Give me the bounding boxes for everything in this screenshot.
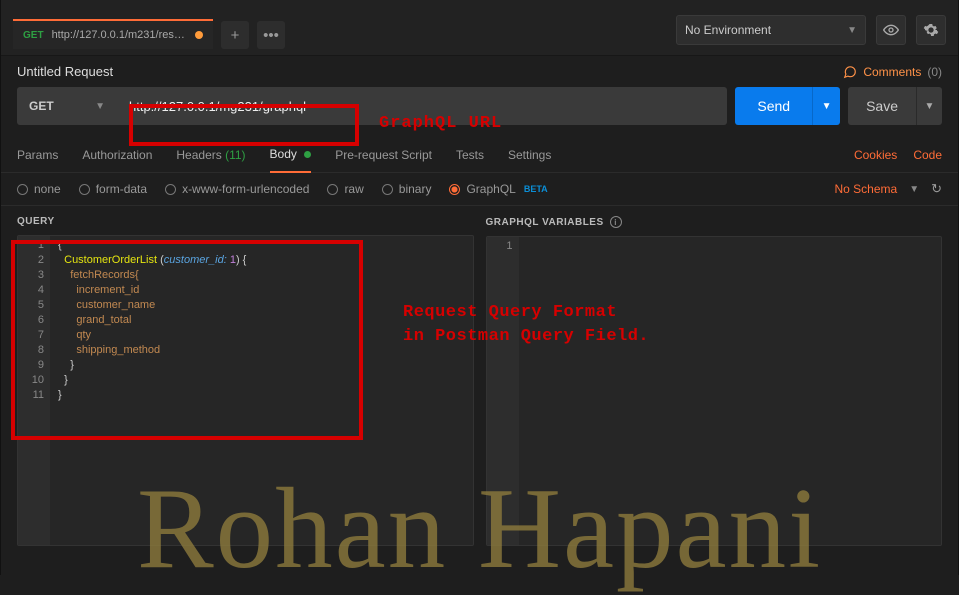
query-code[interactable]: { CustomerOrderList (customer_id: 1) { f… [50,236,254,545]
schema-select[interactable]: No Schema [834,182,897,196]
graphql-variables-editor[interactable]: 1 [486,236,943,546]
tab-body[interactable]: Body [270,137,312,173]
tab-headers[interactable]: Headers (11) [176,138,245,172]
query-pane-header: QUERY [17,206,474,235]
variables-pane-header: GRAPHQL VARIABLES i [486,206,943,236]
comments-button[interactable]: Comments (0) [843,65,942,79]
beta-badge: BETA [524,184,548,194]
comments-label: Comments [863,65,921,79]
info-icon[interactable]: i [610,216,622,228]
body-type-x-www-form-urlencoded[interactable]: x-www-form-urlencoded [165,182,309,196]
radio-icon [327,184,338,195]
body-type-none[interactable]: none [17,182,61,196]
graphql-query-editor[interactable]: 1 2 3 4 5 6 7 8 9 10 11 { CustomerOrderL… [17,235,474,546]
body-type-graphql[interactable]: GraphQLBETA [449,182,547,196]
radio-icon [165,184,176,195]
tab-title: http://127.0.0.1/m231/rest/V1/... [52,29,187,41]
body-type-form-data[interactable]: form-data [79,182,147,196]
variables-code[interactable] [519,237,535,545]
environment-preview-button[interactable] [876,15,906,45]
chevron-down-icon: ▼ [847,25,857,36]
tab-method-label: GET [23,30,44,41]
send-button[interactable]: Send [735,87,812,125]
radio-icon [382,184,393,195]
line-gutter: 1 [487,237,519,545]
chevron-down-icon: ▼ [95,101,105,112]
environment-select[interactable]: No Environment ▼ [676,15,866,45]
tab-params[interactable]: Params [17,138,58,172]
gear-icon [923,22,939,38]
radio-icon [17,184,28,195]
cookies-link[interactable]: Cookies [854,148,897,162]
send-options-button[interactable]: ▼ [812,87,840,125]
refresh-schema-button[interactable]: ↻ [931,181,942,197]
new-tab-button[interactable]: + [221,21,249,49]
request-tab[interactable]: GET http://127.0.0.1/m231/rest/V1/... [13,19,213,49]
tab-pre-request-script[interactable]: Pre-request Script [335,138,432,172]
radio-icon [79,184,90,195]
comment-icon [843,65,857,79]
body-type-raw[interactable]: raw [327,182,363,196]
tab-settings[interactable]: Settings [508,138,551,172]
tab-authorization[interactable]: Authorization [82,138,152,172]
url-input[interactable] [117,87,727,125]
tab-tests[interactable]: Tests [456,138,484,172]
save-button[interactable]: Save [848,87,916,125]
body-changed-dot-icon [304,151,311,158]
http-method-label: GET [29,99,54,113]
code-link[interactable]: Code [913,148,942,162]
request-title[interactable]: Untitled Request [17,64,113,79]
radio-icon [449,184,460,195]
settings-button[interactable] [916,15,946,45]
chevron-down-icon[interactable]: ▼ [909,184,919,195]
eye-icon [883,22,899,38]
http-method-select[interactable]: GET ▼ [17,87,117,125]
unsaved-dot-icon [195,31,203,39]
body-type-binary[interactable]: binary [382,182,432,196]
save-options-button[interactable]: ▼ [916,87,942,125]
environment-label: No Environment [685,23,771,37]
comments-count: (0) [927,65,942,79]
tab-overflow-button[interactable]: ••• [257,21,285,49]
line-gutter: 1 2 3 4 5 6 7 8 9 10 11 [18,236,50,545]
